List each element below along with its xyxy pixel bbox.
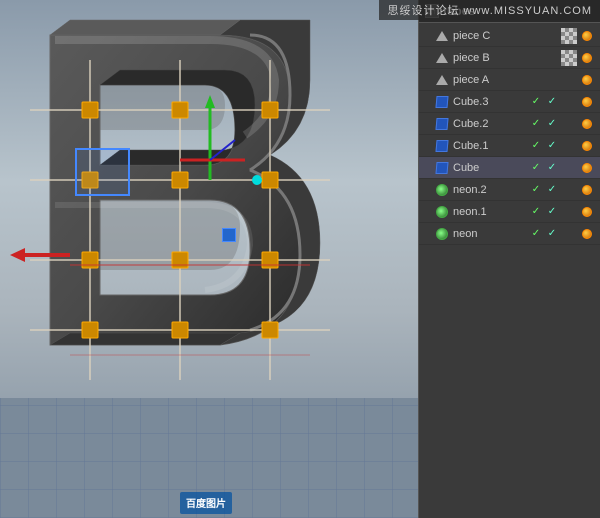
object-name: Cube.2 bbox=[453, 118, 528, 130]
render-toggle[interactable]: ✓ bbox=[544, 118, 560, 129]
list-item[interactable]: neon ✓ ✓ bbox=[419, 223, 600, 245]
object-name: neon.2 bbox=[453, 184, 528, 196]
main-container: 思绥设计论坛 www.MISSYUAN.COM bbox=[0, 0, 600, 518]
triangle-icon bbox=[435, 29, 449, 43]
object-name: Cube.1 bbox=[453, 140, 528, 152]
orange-dot bbox=[578, 163, 596, 173]
list-item[interactable]: Cube.2 ✓ ✓ bbox=[419, 113, 600, 135]
red-direction-arrow bbox=[10, 248, 70, 262]
object-name: piece B bbox=[453, 52, 528, 64]
orange-dot bbox=[578, 207, 596, 217]
object-name: piece C bbox=[453, 30, 528, 42]
visibility-toggle[interactable]: ✓ bbox=[528, 140, 544, 151]
object-name: Cube bbox=[453, 162, 528, 174]
cube-icon bbox=[435, 95, 449, 109]
visibility-toggle[interactable]: ✓ bbox=[528, 118, 544, 129]
cube-icon bbox=[435, 139, 449, 153]
render-toggle[interactable]: ✓ bbox=[544, 228, 560, 239]
orange-dot bbox=[578, 31, 596, 41]
visibility-toggle[interactable]: ✓ bbox=[528, 162, 544, 173]
transform-gizmo bbox=[175, 90, 255, 190]
object-name: neon bbox=[453, 228, 528, 240]
orange-dot bbox=[578, 53, 596, 63]
list-item[interactable]: Cube.3 ✓ ✓ bbox=[419, 91, 600, 113]
triangle-icon bbox=[435, 73, 449, 87]
list-item[interactable]: piece B bbox=[419, 47, 600, 69]
cube-icon bbox=[435, 117, 449, 131]
orange-dot bbox=[578, 119, 596, 129]
list-item[interactable]: piece A bbox=[419, 69, 600, 91]
list-item[interactable]: neon.1 ✓ ✓ bbox=[419, 201, 600, 223]
material-dot bbox=[560, 50, 578, 66]
object-name: Cube.3 bbox=[453, 96, 528, 108]
object-name: piece A bbox=[453, 74, 528, 86]
scene-hierarchy-panel[interactable]: 1↑ tubes piece C bbox=[418, 0, 600, 518]
list-item[interactable]: piece C bbox=[419, 25, 600, 47]
cyan-dot-indicator bbox=[252, 175, 262, 185]
render-toggle[interactable]: ✓ bbox=[544, 96, 560, 107]
neon-icon bbox=[435, 227, 449, 241]
orange-dot bbox=[578, 141, 596, 151]
watermark-text: 思绥设计论坛 www.MISSYUAN.COM bbox=[387, 5, 592, 17]
orange-dot bbox=[578, 229, 596, 239]
list-item[interactable]: Cube ✓ ✓ bbox=[419, 157, 600, 179]
visibility-toggle[interactable]: ✓ bbox=[528, 96, 544, 107]
3d-viewport[interactable]: 百度图片 bbox=[0, 0, 418, 518]
visibility-toggle[interactable]: ✓ bbox=[528, 206, 544, 217]
list-item[interactable]: neon.2 ✓ ✓ bbox=[419, 179, 600, 201]
material-dot bbox=[560, 28, 578, 44]
visibility-toggle[interactable]: ✓ bbox=[528, 184, 544, 195]
watermark-label: 百度图片 bbox=[186, 499, 226, 510]
triangle-icon bbox=[435, 51, 449, 65]
neon-icon bbox=[435, 183, 449, 197]
cube-icon bbox=[435, 161, 449, 175]
neon-icon bbox=[435, 205, 449, 219]
orange-dot bbox=[578, 75, 596, 85]
list-item[interactable]: Cube.1 ✓ ✓ bbox=[419, 135, 600, 157]
watermark-bar: 思绥设计论坛 www.MISSYUAN.COM bbox=[379, 0, 600, 20]
visibility-toggle[interactable]: ✓ bbox=[528, 228, 544, 239]
blue-cube-indicator bbox=[222, 228, 236, 242]
object-name: neon.1 bbox=[453, 206, 528, 218]
bottom-watermark: 百度图片 bbox=[180, 492, 232, 514]
orange-dot bbox=[578, 185, 596, 195]
render-toggle[interactable]: ✓ bbox=[544, 184, 560, 195]
render-toggle[interactable]: ✓ bbox=[544, 162, 560, 173]
selection-rectangle bbox=[75, 148, 130, 196]
object-list: piece C piece B bbox=[419, 23, 600, 247]
render-toggle[interactable]: ✓ bbox=[544, 206, 560, 217]
render-toggle[interactable]: ✓ bbox=[544, 140, 560, 151]
orange-dot bbox=[578, 97, 596, 107]
